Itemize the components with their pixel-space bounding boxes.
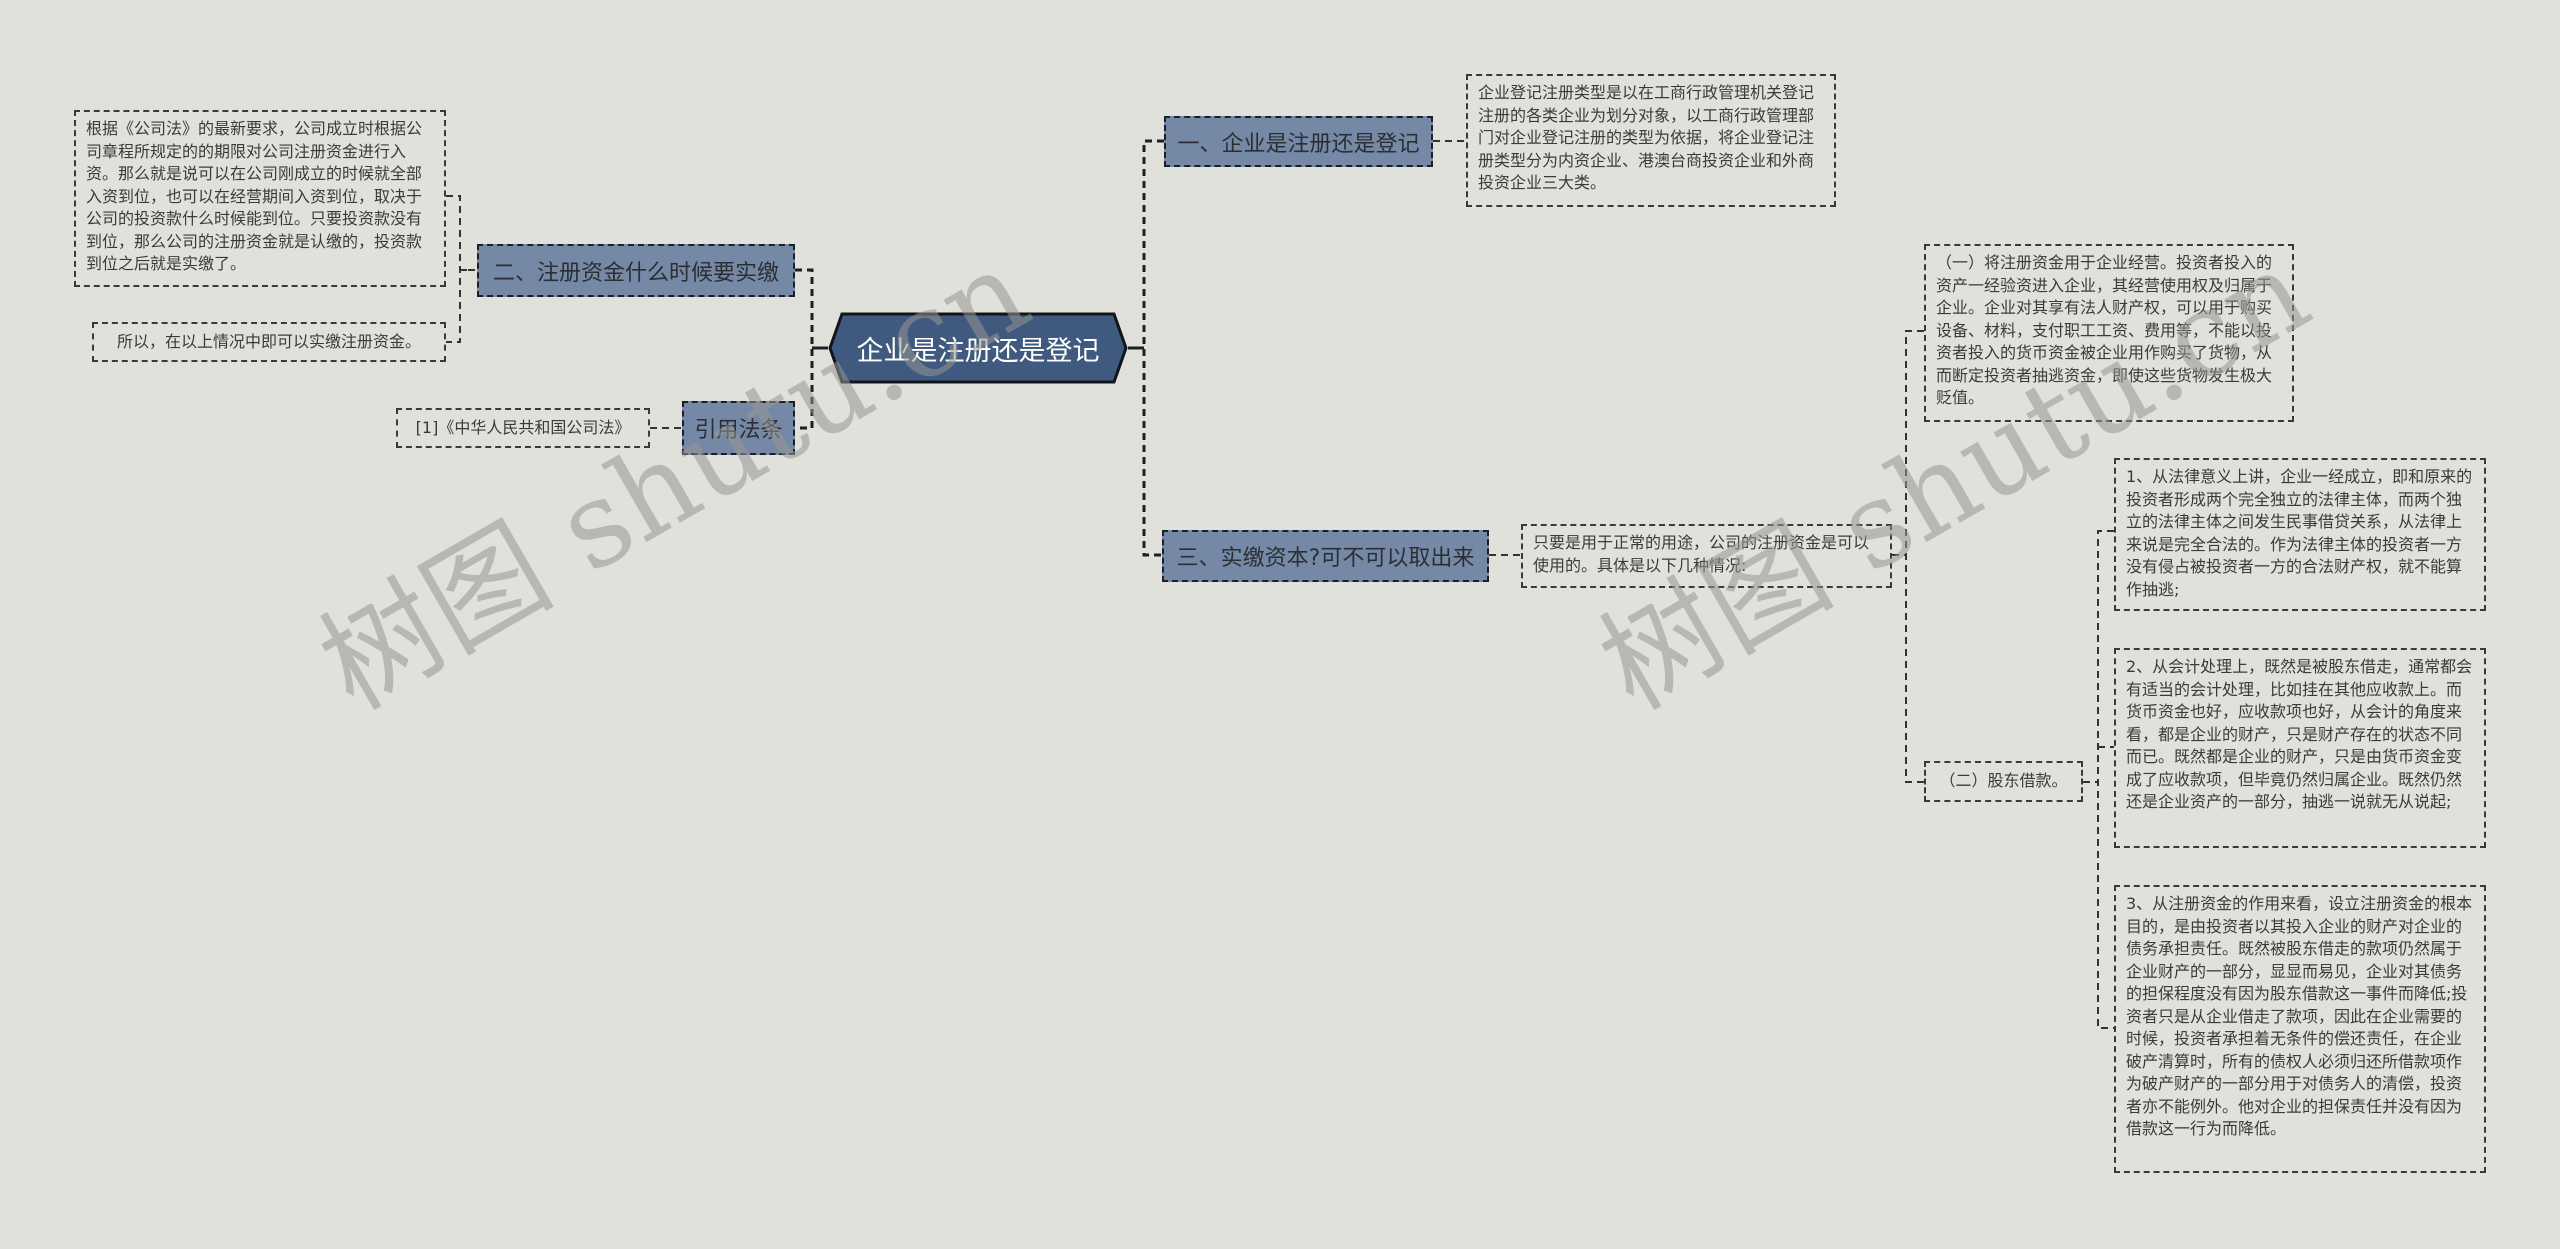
- branch-when-paid-in[interactable]: 二、注册资金什么时候要实缴: [477, 244, 795, 297]
- leaf-text: 2、从会计处理上，既然是被股东借走，通常都会有适当的会计处理，比如挂在其他应收款…: [2126, 657, 2473, 811]
- connector-sub-trunk: [1905, 330, 1924, 783]
- leaf-registration-types[interactable]: 企业登记注册类型是以在工商行政管理机关登记注册的各类企业为划分对象，以工商行政管…: [1466, 74, 1836, 207]
- leaf-text: 根据《公司法》的最新要求，公司成立时根据公司章程所规定的的期限对公司注册资金进行…: [86, 119, 423, 273]
- connector-b2-trunk: [446, 195, 461, 343]
- leaf-text: [1]《中华人民共和国公司法》: [415, 417, 631, 437]
- branch-label: 二、注册资金什么时候要实缴: [492, 260, 779, 286]
- leaf-company-law-citation[interactable]: [1]《中华人民共和国公司法》: [396, 408, 650, 448]
- root-label: 企业是注册还是登记: [856, 335, 1100, 367]
- leaf-shareholder-loan[interactable]: （二）股东借款。: [1924, 761, 2083, 802]
- branch-cited-laws[interactable]: 引用法条: [682, 401, 795, 455]
- leaf-text: （一）将注册资金用于企业经营。投资者投入的资产一经验资进入企业，其经营使用权及归…: [1936, 253, 2273, 407]
- leaf-legal-perspective[interactable]: 1、从法律意义上讲，企业一经成立，即和原来的投资者形成两个完全独立的法律主体，而…: [2114, 458, 2486, 611]
- leaf-accounting-perspective[interactable]: 2、从会计处理上，既然是被股东借走，通常都会有适当的会计处理，比如挂在其他应收款…: [2114, 648, 2486, 848]
- root-topic[interactable]: 企业是注册还是登记: [828, 312, 1128, 384]
- branch-label: 一、企业是注册还是登记: [1177, 131, 1420, 157]
- leaf-text: 3、从注册资金的作用来看，设立注册资金的根本目的，是由投资者以其投入企业的财产对…: [2126, 894, 2473, 1138]
- leaf-text: 所以，在以上情况中即可以实缴注册资金。: [116, 331, 421, 351]
- connector-left-trunk: [795, 268, 814, 430]
- leaf-text: 只要是用于正常的用途，公司的注册资金是可以使用的。具体是以下几种情况:: [1533, 533, 1870, 575]
- branch-label: 三、实缴资本?可不可以取出来: [1176, 546, 1475, 571]
- leaf-text: 企业登记注册类型是以在工商行政管理机关登记注册的各类企业为划分对象，以工商行政管…: [1478, 83, 1815, 192]
- connector-subsub-trunk: [2097, 530, 2114, 1029]
- branch-paid-capital-withdrawal[interactable]: 三、实缴资本?可不可以取出来: [1162, 530, 1489, 582]
- leaf-capital-function-perspective[interactable]: 3、从注册资金的作用来看，设立注册资金的根本目的，是由投资者以其投入企业的财产对…: [2114, 885, 2486, 1173]
- leaf-text: 1、从法律意义上讲，企业一经成立，即和原来的投资者形成两个完全独立的法律主体，而…: [2126, 467, 2473, 599]
- leaf-company-law-requirement[interactable]: 根据《公司法》的最新要求，公司成立时根据公司章程所规定的的期限对公司注册资金进行…: [74, 110, 446, 287]
- leaf-usage-conditions[interactable]: 只要是用于正常的用途，公司的注册资金是可以使用的。具体是以下几种情况:: [1521, 524, 1892, 588]
- leaf-conclusion[interactable]: 所以，在以上情况中即可以实缴注册资金。: [92, 322, 446, 362]
- branch-label: 引用法条: [694, 418, 783, 443]
- leaf-business-operations[interactable]: （一）将注册资金用于企业经营。投资者投入的资产一经验资进入企业，其经营使用权及归…: [1924, 244, 2294, 422]
- branch-registration-or-record[interactable]: 一、企业是注册还是登记: [1164, 116, 1433, 167]
- leaf-text: （二）股东借款。: [1939, 771, 2068, 791]
- connector-right-trunk: [1142, 139, 1164, 557]
